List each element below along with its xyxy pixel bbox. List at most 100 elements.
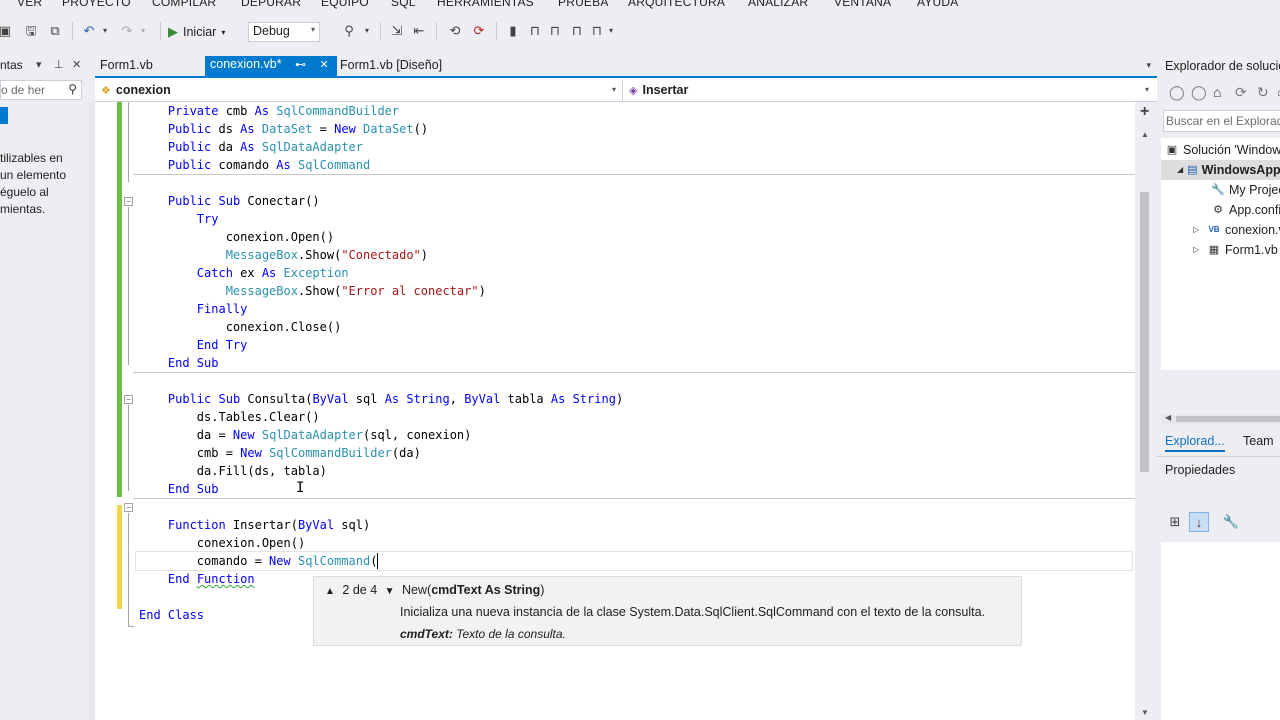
configuration-value: Debug xyxy=(253,24,290,38)
tree-item-label: App.config xyxy=(1229,203,1280,217)
editor-gutter xyxy=(95,102,117,720)
menu-proyecto[interactable]: PROYECTO xyxy=(62,0,131,9)
toolbox-search-placeholder: o de her xyxy=(1,83,46,97)
overload-description: Inicializa una nueva instancia de la cla… xyxy=(400,605,986,619)
menu-arquitectura[interactable]: ARQUITECTURA xyxy=(628,0,725,9)
close-icon[interactable]: ✕ xyxy=(72,58,81,71)
undo-dropdown-icon[interactable]: ▾ xyxy=(96,22,114,40)
scroll-left-icon[interactable]: ◀ xyxy=(1165,413,1171,422)
scroll-down-icon[interactable]: ▼ xyxy=(1141,708,1149,717)
scrollbar-thumb[interactable] xyxy=(1140,192,1149,472)
save-all-icon[interactable]: ⧉ xyxy=(46,22,64,40)
menu-ver[interactable]: VER xyxy=(17,0,42,9)
menu-herramientas[interactable]: HERRAMIENTAS xyxy=(437,0,534,9)
menu-compilar[interactable]: COMPILAR xyxy=(152,0,216,9)
parameter-help: cmdText: Texto de la consulta. xyxy=(400,627,566,641)
tab-label: Form1.vb xyxy=(100,58,153,72)
find-dropdown-icon[interactable]: ▾ xyxy=(358,22,376,40)
toolbox-search-input[interactable]: o de her ⚲ xyxy=(0,80,82,100)
code-line: da.Fill(ds, tabla) xyxy=(139,464,327,478)
code-line: ds.Tables.Clear() xyxy=(139,410,320,424)
solution-explorer-panel: Explorador de soluciones ◯ ◯ ⌂ ⟳ ↻ ▭ Bus… xyxy=(1157,50,1280,720)
tree-item-project[interactable]: ◢ ▤ WindowsApplication1 xyxy=(1161,160,1280,180)
scroll-up-icon[interactable]: ▲ xyxy=(1141,130,1149,139)
tab-solution-explorer[interactable]: Explorad... xyxy=(1165,432,1225,452)
outline-guide xyxy=(128,207,129,365)
menu-ayuda[interactable]: AYUDA xyxy=(917,0,958,9)
navigate-backward-icon[interactable]: ⟲ xyxy=(446,22,464,40)
menu-sql[interactable]: SQL xyxy=(391,0,416,9)
sync-icon[interactable]: ⟳ xyxy=(1235,84,1247,101)
start-debugging-button[interactable]: ▶ Iniciar ▾ xyxy=(168,22,225,42)
refresh-icon[interactable]: ↻ xyxy=(1257,84,1269,101)
close-tab-icon[interactable]: ✕ xyxy=(320,59,329,71)
tab-overflow-icon[interactable]: ▾ xyxy=(1146,60,1151,71)
scrollbar-thumb[interactable] xyxy=(1176,416,1280,422)
tree-item-form1-vb[interactable]: ▷ ▦ Form1.vb xyxy=(1193,240,1278,260)
code-line: MessageBox.Show("Error al conectar") xyxy=(225,284,486,298)
solution-explorer-hscrollbar[interactable]: ◀ xyxy=(1161,413,1280,424)
signature-suffix: ) xyxy=(540,583,545,597)
menu-equipo[interactable]: EQUIPO xyxy=(321,0,369,9)
collapse-region-icon[interactable]: − xyxy=(124,197,133,206)
tab-form1-designer[interactable]: Form1.vb [Diseño] xyxy=(335,57,447,76)
panel-divider xyxy=(1157,456,1280,457)
navigate-forward-icon[interactable]: ⟳ xyxy=(470,22,488,40)
tab-form1-vb[interactable]: Form1.vb xyxy=(95,57,158,76)
signature-prefix: New( xyxy=(402,583,432,597)
redo-dropdown-icon[interactable]: ▾ xyxy=(134,22,152,40)
new-project-icon[interactable]: ▣ xyxy=(0,22,14,40)
step-over-icon[interactable]: ⇤ xyxy=(410,22,428,40)
panel-dropdown-icon[interactable]: ▾ xyxy=(36,58,42,71)
procedure-separator xyxy=(133,372,1135,373)
menu-prueba[interactable]: PRUEBA xyxy=(558,0,609,9)
code-line: Private cmb As SqlCommandBuilder xyxy=(167,104,400,118)
previous-bookmark-icon[interactable]: ⊓ xyxy=(546,22,564,40)
property-pages-icon[interactable]: 🔧 xyxy=(1221,512,1241,532)
bookmark-icon[interactable]: ▮ xyxy=(504,22,522,40)
code-line: Public ds As DataSet = New DataSet() xyxy=(167,122,429,136)
toolbox-scrollbar[interactable] xyxy=(88,102,95,720)
tree-item-solution[interactable]: ▣ Solución 'WindowsApplication1' xyxy=(1165,140,1280,160)
menu-analizar[interactable]: ANALIZAR xyxy=(748,0,808,9)
pin-icon[interactable]: ⊷ xyxy=(295,59,306,71)
step-into-icon[interactable]: ⇲ xyxy=(388,22,406,40)
save-icon[interactable]: 🖫 xyxy=(22,22,40,40)
pin-icon[interactable]: ⊥ xyxy=(54,58,64,71)
editor-vertical-scrollbar[interactable]: + ▲ ▼ xyxy=(1135,102,1157,720)
forward-icon[interactable]: ◯ xyxy=(1191,84,1207,101)
next-overload-icon[interactable]: ▼ xyxy=(385,586,395,597)
previous-overload-icon[interactable]: ▲ xyxy=(325,586,335,597)
menu-depurar[interactable]: DEPURAR xyxy=(241,0,301,9)
parameter-description: Texto de la consulta. xyxy=(456,627,566,641)
toggle-bookmark-icon[interactable]: ⊓ xyxy=(526,22,544,40)
play-icon: ▶ xyxy=(168,24,178,39)
tab-conexion-vb[interactable]: conexion.vb* ⊷ ✕ xyxy=(205,56,337,76)
tree-item-my-project[interactable]: 🔧 My Project xyxy=(1211,180,1280,200)
toolbar-separator xyxy=(436,22,437,40)
tree-item-app-config[interactable]: ⚙ App.config xyxy=(1211,200,1280,220)
type-dropdown[interactable]: ❖ conexion ▾ xyxy=(97,80,622,100)
solution-explorer-search-input[interactable]: Buscar en el Explorador de soluciones xyxy=(1163,110,1280,132)
split-editor-icon[interactable]: + xyxy=(1140,104,1149,120)
tab-team-explorer[interactable]: Team xyxy=(1243,432,1274,450)
alphabetical-icon[interactable]: ↓ xyxy=(1189,512,1209,532)
find-in-files-icon[interactable]: ⚲ xyxy=(340,22,358,40)
toolbar-overflow-icon[interactable]: ▾ xyxy=(602,22,620,40)
categorized-icon[interactable]: ⊞ xyxy=(1165,512,1185,532)
document-tab-strip: Form1.vb conexion.vb* ⊷ ✕ Form1.vb [Dise… xyxy=(95,50,1157,78)
navigation-bar: ❖ conexion ▾ ◈ Insertar ▾ xyxy=(95,78,1157,102)
properties-title: Propiedades xyxy=(1165,463,1236,477)
collapse-region-icon[interactable]: − xyxy=(124,503,133,512)
next-bookmark-icon[interactable]: ⊓ xyxy=(568,22,586,40)
member-dropdown[interactable]: ◈ Insertar ▾ xyxy=(625,80,1155,100)
code-line: conexion.Close() xyxy=(139,320,342,334)
collapse-region-icon[interactable]: − xyxy=(124,395,133,404)
home-icon[interactable]: ⌂ xyxy=(1213,84,1221,100)
tree-item-conexion-vb[interactable]: ▷ VB conexion.vb xyxy=(1193,220,1280,240)
toolbox-group-marker xyxy=(0,107,8,124)
menu-ventana[interactable]: VENTANA xyxy=(834,0,891,9)
back-icon[interactable]: ◯ xyxy=(1169,84,1185,101)
code-line: cmb = New SqlCommandBuilder(da) xyxy=(139,446,421,460)
solution-configuration-dropdown[interactable]: Debug ▾ xyxy=(248,22,320,42)
